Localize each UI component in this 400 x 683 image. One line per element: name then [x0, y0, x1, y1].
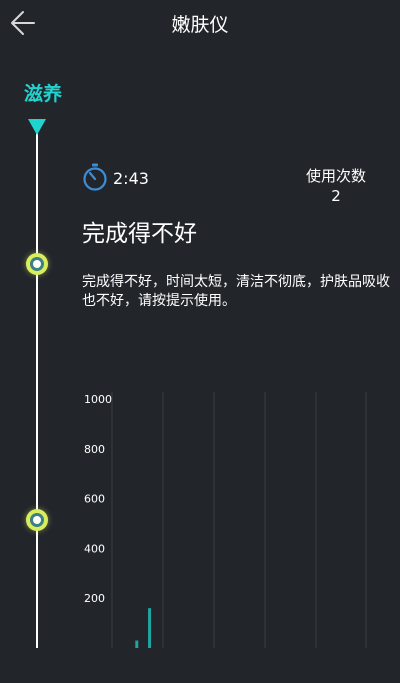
y-tick-label: 1000: [84, 393, 112, 406]
timeline-pointer-icon: [28, 119, 46, 135]
result-title: 完成得不好: [82, 221, 197, 247]
y-tick-label: 800: [84, 443, 105, 456]
usage-count-label: 使用次数: [305, 167, 366, 185]
session-duration: 2:43: [113, 169, 149, 188]
usage-count-value: 2: [331, 187, 341, 205]
stopwatch-icon: [83, 163, 107, 191]
phase-label: 滋养: [24, 83, 63, 105]
y-tick-label: 600: [84, 493, 105, 506]
y-tick-label: 400: [84, 542, 105, 555]
timeline-track: [36, 125, 38, 648]
timeline-node: [26, 253, 48, 275]
result-description: 完成得不好，时间太短，清洁不彻底，护肤品吸收也不好，请按提示使用。: [82, 274, 390, 309]
y-tick-label: 200: [84, 592, 105, 605]
app-header: 嫩肤仪: [0, 0, 400, 44]
page-title: 嫩肤仪: [171, 14, 229, 36]
chart-bar: [148, 608, 152, 648]
chart-bar: [135, 640, 139, 648]
usage-bar-chart: 200 400 600 800 1000: [84, 392, 367, 648]
timeline-node: [26, 509, 48, 531]
